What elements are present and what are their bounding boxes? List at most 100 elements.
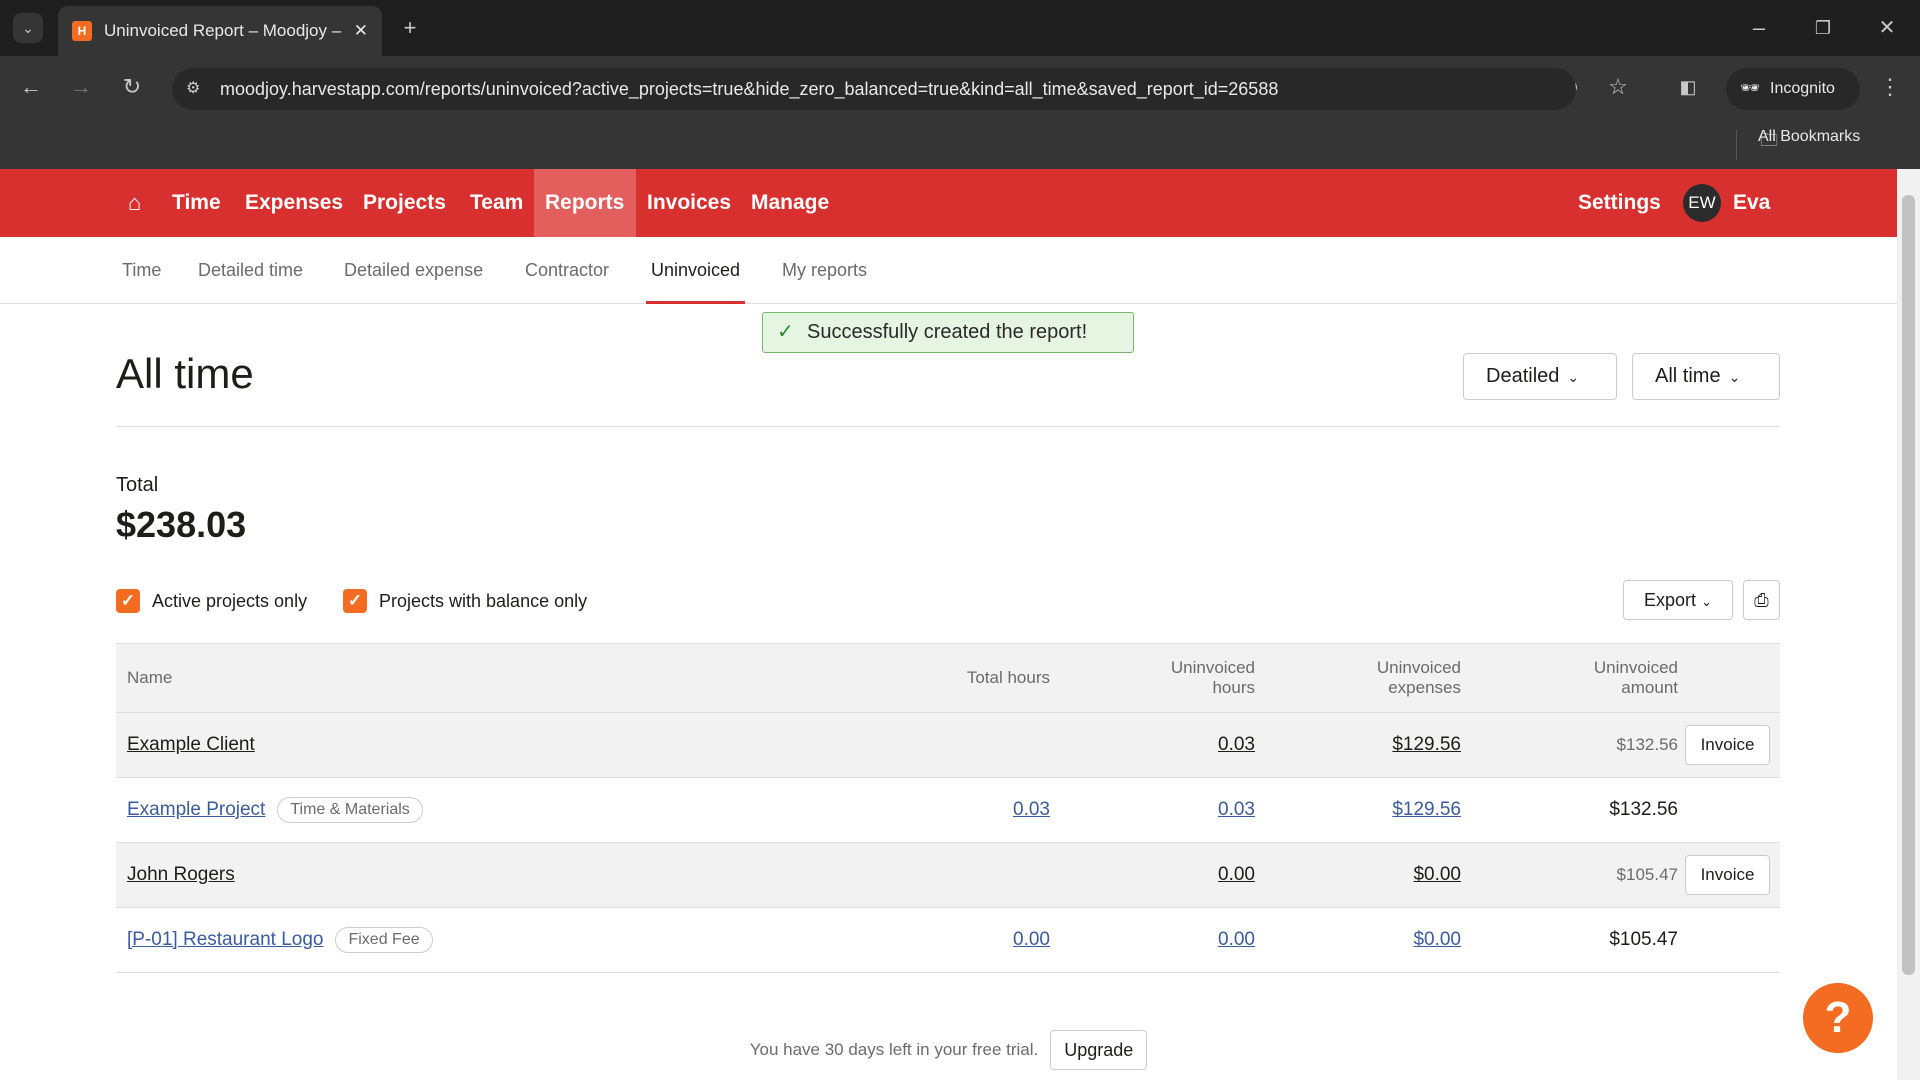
incognito-icon: 🕶 — [1740, 80, 1761, 97]
tab-search-button[interactable]: ⌄ — [13, 13, 43, 43]
check-icon: ✓ — [777, 321, 794, 343]
reload-icon[interactable]: ↻ — [117, 72, 147, 102]
trial-banner: You have 30 days left in your free trial… — [0, 1030, 1897, 1070]
uninvoiced-table: Name Total hours Uninvoiced hours Uninvoi… — [116, 643, 1780, 973]
nav-invoices[interactable]: Invoices — [647, 169, 731, 237]
project-link[interactable]: [P-01] Restaurant Logo — [127, 929, 323, 951]
uninvoiced-amount: $132.56 — [1616, 735, 1678, 754]
main-nav: ⌂ Time Expenses Projects Team Reports In… — [0, 169, 1897, 237]
subtab-my-reports[interactable]: My reports — [782, 237, 867, 304]
subtab-detailed-time[interactable]: Detailed time — [198, 237, 303, 304]
close-tab-icon[interactable]: ✕ — [354, 21, 368, 41]
trial-text: You have 30 days left in your free trial… — [749, 1040, 1039, 1059]
chevron-down-icon: ⌄ — [1567, 369, 1580, 385]
uninvoiced-hours-link[interactable]: 0.03 — [1218, 799, 1255, 821]
subtab-time[interactable]: Time — [122, 237, 161, 304]
uninvoiced-expenses-link[interactable]: $129.56 — [1392, 799, 1461, 821]
invoice-button[interactable]: Invoice — [1685, 855, 1770, 895]
col-uninvoiced-amount: Uninvoiced amount — [1594, 644, 1678, 712]
divider — [1736, 130, 1737, 160]
view-dropdown-value: Deatiled — [1486, 365, 1560, 387]
minimize-icon[interactable]: – — [1744, 13, 1774, 43]
uninvoiced-hours-link[interactable]: 0.00 — [1218, 864, 1255, 886]
total-value: $238.03 — [116, 504, 247, 545]
client-link[interactable]: John Rogers — [127, 864, 235, 886]
bookmark-star-icon[interactable]: ☆ — [1603, 72, 1633, 102]
subtab-contractor[interactable]: Contractor — [525, 237, 609, 304]
period-dropdown-value: All time — [1655, 365, 1721, 387]
name-cell: John Rogers — [127, 843, 235, 907]
uninvoiced-amount: $105.47 — [1616, 865, 1678, 884]
uninvoiced-amount: $132.56 — [1609, 799, 1678, 820]
print-button[interactable]: ⎙ — [1743, 580, 1780, 620]
period-dropdown[interactable]: All time ⌄ — [1632, 353, 1780, 400]
uninvoiced-hours-link[interactable]: 0.00 — [1218, 929, 1255, 951]
name-cell: Example Project Time & Materials — [127, 778, 423, 842]
project-row: Example Project Time & Materials 0.03 0.03 $… — [116, 778, 1780, 843]
uninvoiced-expenses-link[interactable]: $129.56 — [1392, 734, 1461, 756]
uninvoiced-hours-link[interactable]: 0.03 — [1218, 734, 1255, 756]
incognito-badge[interactable]: 🕶 Incognito — [1726, 68, 1860, 110]
export-button[interactable]: Export ⌄ — [1623, 580, 1733, 620]
nav-expenses[interactable]: Expenses — [245, 169, 343, 237]
total-hours-link[interactable]: 0.00 — [1013, 929, 1050, 951]
project-type-badge: Fixed Fee — [335, 927, 433, 953]
header-line: Uninvoiced — [1170, 658, 1255, 677]
browser-tab-bar: ⌄ H Uninvoiced Report – Moodjoy – Harves… — [0, 0, 1920, 56]
uninvoiced-expenses-link[interactable]: $0.00 — [1413, 929, 1461, 951]
nav-team[interactable]: Team — [470, 169, 523, 237]
invoice-button[interactable]: Invoice — [1685, 725, 1770, 765]
forward-icon[interactable]: → — [66, 72, 96, 102]
avatar[interactable]: EW — [1683, 184, 1721, 222]
nav-projects[interactable]: Projects — [363, 169, 446, 237]
nav-reports[interactable]: Reports — [545, 169, 624, 237]
back-icon[interactable]: ← — [16, 72, 46, 102]
nav-settings[interactable]: Settings — [1578, 169, 1661, 237]
balance-only-label: Projects with balance only — [379, 591, 588, 611]
divider — [116, 426, 1780, 427]
url-text: moodjoy.harvestapp.com/reports/uninvoice… — [220, 79, 1279, 99]
incognito-label: Incognito — [1770, 80, 1835, 97]
name-cell: Example Client — [127, 713, 255, 777]
col-total-hours: Total hours — [966, 668, 1050, 687]
col-name: Name — [127, 668, 173, 687]
uninvoiced-amount: $105.47 — [1609, 929, 1678, 950]
report-subnav: Time Detailed time Detailed expense Cont… — [0, 237, 1897, 304]
total-label: Total — [116, 474, 159, 496]
project-link[interactable]: Example Project — [127, 799, 265, 821]
subtab-detailed-expense[interactable]: Detailed expense — [344, 237, 483, 304]
user-name[interactable]: Eva — [1733, 169, 1770, 237]
subtab-uninvoiced[interactable]: Uninvoiced — [646, 237, 746, 304]
active-projects-checkbox[interactable]: ✓ — [116, 589, 140, 613]
page-title: All time — [116, 350, 254, 397]
new-tab-icon[interactable]: + — [395, 13, 425, 43]
total-hours-link[interactable]: 0.03 — [1013, 799, 1050, 821]
tab-title: Uninvoiced Report – Moodjoy – Harvest — [104, 21, 344, 40]
menu-icon[interactable]: ⋮ — [1875, 72, 1905, 102]
toast-message: Successfully created the report! — [807, 321, 1088, 343]
site-info-icon[interactable]: ⚙ — [186, 68, 200, 110]
uninvoiced-expenses-link[interactable]: $0.00 — [1413, 864, 1461, 886]
scrollbar-thumb[interactable] — [1902, 195, 1915, 975]
all-bookmarks-label: All Bookmarks — [1758, 128, 1861, 145]
nav-manage[interactable]: Manage — [751, 169, 829, 237]
nav-time[interactable]: Time — [172, 169, 221, 237]
client-link[interactable]: Example Client — [127, 734, 255, 756]
all-bookmarks[interactable]: All Bookmarks — [1758, 128, 1860, 146]
close-window-icon[interactable]: ✕ — [1872, 13, 1902, 43]
upgrade-button[interactable]: Upgrade — [1050, 1030, 1148, 1070]
help-button[interactable]: ? — [1803, 983, 1873, 1053]
header-line: Uninvoiced — [1376, 658, 1461, 677]
header-line: expenses — [1388, 678, 1461, 697]
project-row: [P-01] Restaurant Logo Fixed Fee 0.00 0.00 $… — [116, 908, 1780, 973]
header-line: hours — [1212, 678, 1255, 697]
home-icon[interactable]: ⌂ — [128, 169, 141, 237]
address-bar[interactable]: ⚙ moodjoy.harvestapp.com/reports/uninvoi… — [172, 68, 1576, 110]
printer-icon: ⎙ — [1754, 590, 1769, 610]
balance-only-checkbox[interactable]: ✓ — [343, 589, 367, 613]
name-cell: [P-01] Restaurant Logo Fixed Fee — [127, 908, 433, 972]
restore-icon[interactable]: ❐ — [1808, 13, 1838, 43]
view-dropdown[interactable]: Deatiled ⌄ — [1463, 353, 1617, 400]
browser-tab[interactable]: H Uninvoiced Report – Moodjoy – Harvest … — [58, 6, 382, 56]
side-panel-icon[interactable]: ◧ — [1673, 72, 1703, 102]
